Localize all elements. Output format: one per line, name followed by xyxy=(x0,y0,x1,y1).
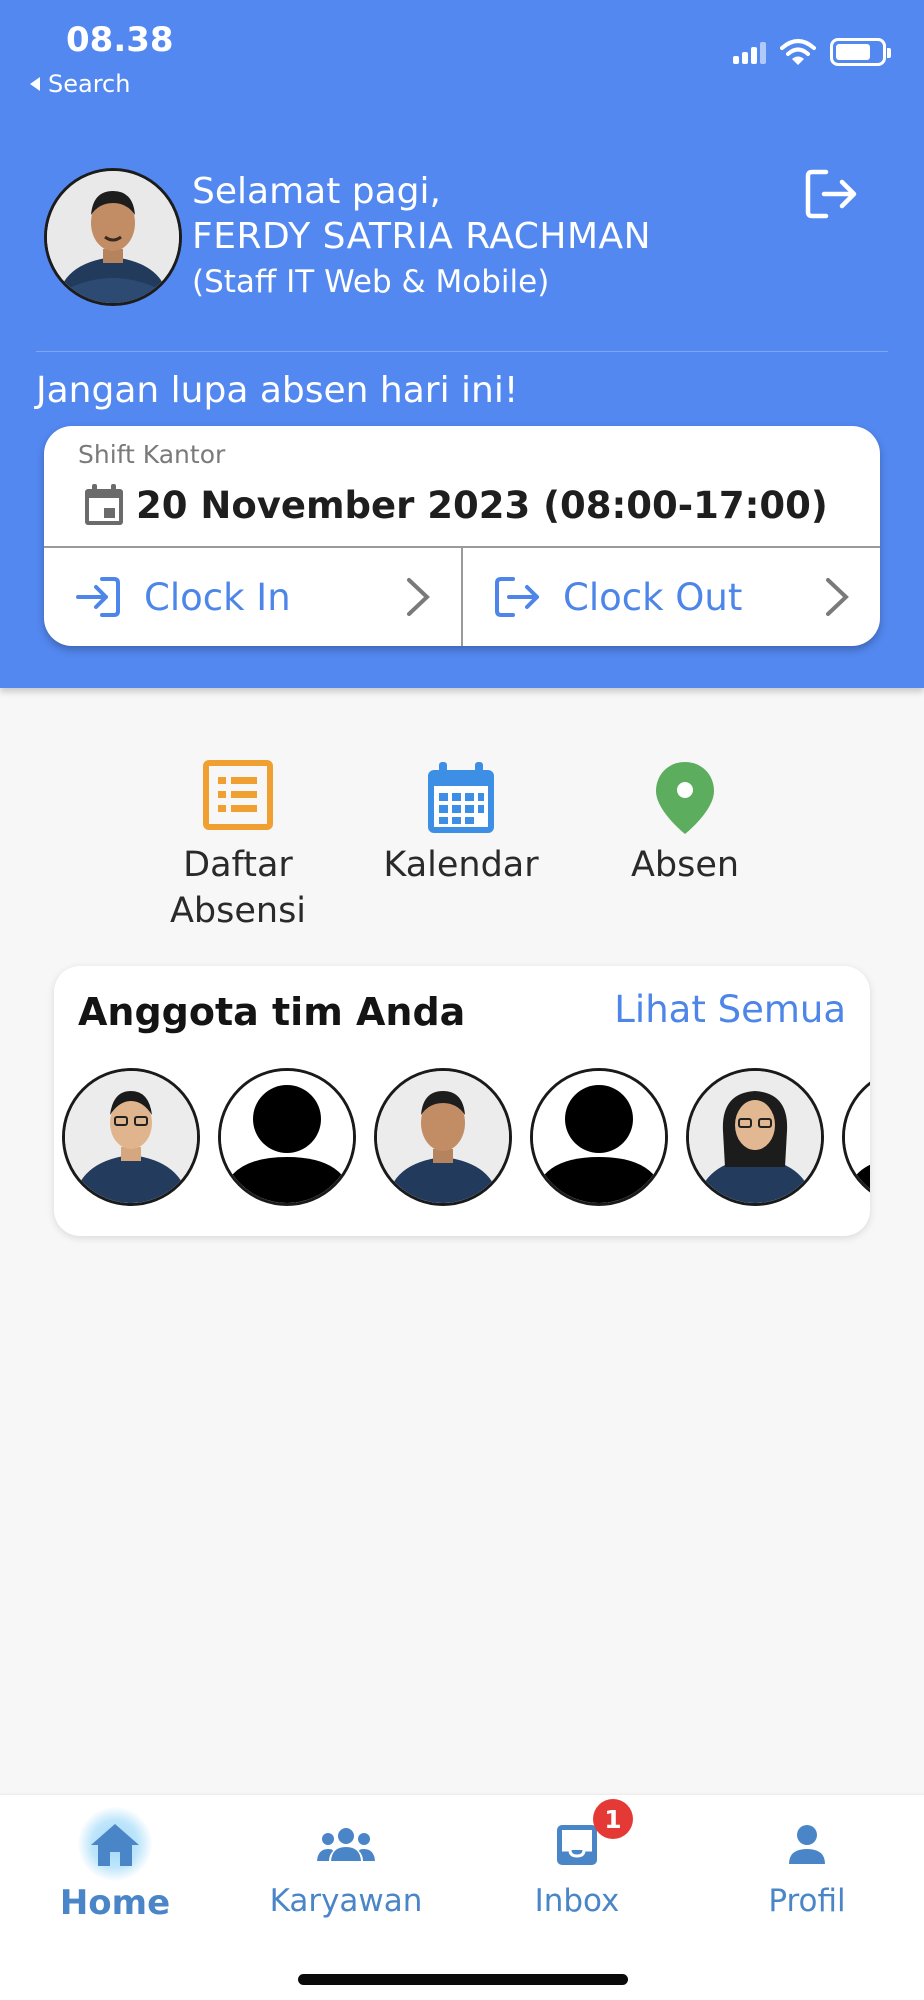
clock-in-label: Clock In xyxy=(144,575,291,619)
logout-button[interactable] xyxy=(804,168,864,224)
menu-absen-label: Absen xyxy=(630,845,740,885)
team-member-avatar[interactable] xyxy=(62,1068,200,1206)
person-icon xyxy=(789,1825,825,1864)
location-pin-icon xyxy=(575,760,795,836)
status-time: 08.38 xyxy=(66,20,174,60)
list-icon xyxy=(128,760,348,836)
shift-label: Shift Kantor xyxy=(78,440,226,469)
see-all-link[interactable]: Lihat Semua xyxy=(614,988,846,1031)
back-label: Search xyxy=(48,70,131,98)
header-divider xyxy=(36,351,888,352)
nav-home[interactable]: Home xyxy=(15,1807,215,1923)
home-icon xyxy=(91,1824,139,1866)
back-to-search-button[interactable]: Search xyxy=(28,70,130,98)
nav-home-label: Home xyxy=(59,1883,171,1923)
team-member-list[interactable] xyxy=(62,1068,870,1206)
menu-daftar-absensi[interactable]: Daftar Absensi xyxy=(128,760,348,934)
wifi-icon xyxy=(780,39,816,65)
nav-karyawan-label: Karyawan xyxy=(269,1883,423,1919)
team-member-avatar-placeholder[interactable] xyxy=(530,1068,668,1206)
status-icons xyxy=(730,38,891,66)
shift-date: 20 November 2023 (08:00-17:00) xyxy=(82,482,828,528)
nav-inbox-label: Inbox xyxy=(534,1883,620,1919)
clock-out-label: Clock Out xyxy=(563,575,743,619)
signal-icon xyxy=(730,40,766,64)
team-card: Anggota tim Anda Lihat Semua xyxy=(54,966,870,1236)
nav-inbox[interactable]: 1 Inbox xyxy=(477,1799,677,1919)
inbox-icon xyxy=(557,1825,597,1865)
clock-out-button[interactable]: Clock Out xyxy=(463,548,880,646)
attendance-reminder: Jangan lupa absen hari ini! xyxy=(36,370,519,411)
team-member-avatar-placeholder[interactable] xyxy=(842,1068,870,1206)
battery-icon xyxy=(830,38,891,66)
calendar-icon xyxy=(351,760,571,836)
user-name: FERDY SATRIA RACHMAN xyxy=(192,216,652,257)
menu-daftar-label-2: Absensi xyxy=(169,891,307,931)
calendar-small-icon xyxy=(85,484,123,525)
logout-arrow-icon xyxy=(487,575,547,619)
shift-card: Shift Kantor 20 November 2023 (08:00-17:… xyxy=(44,426,880,646)
header-banner: 08.38 Search Selamat pagi, FERDY SATRIA … xyxy=(0,0,924,688)
bottom-navigation: Home Karyawan 1 Inbox Profil xyxy=(0,1795,924,2000)
user-avatar[interactable] xyxy=(44,168,182,306)
home-indicator xyxy=(298,1974,628,1985)
team-member-avatar-placeholder[interactable] xyxy=(218,1068,356,1206)
people-group-icon xyxy=(317,1828,375,1861)
menu-kalendar-label: Kalendar xyxy=(383,845,539,885)
logout-icon xyxy=(805,169,857,219)
login-arrow-icon xyxy=(68,575,128,619)
greeting-block: Selamat pagi, FERDY SATRIA RACHMAN (Staf… xyxy=(192,170,651,304)
menu-absen[interactable]: Absen xyxy=(575,760,795,888)
greeting-text: Selamat pagi, xyxy=(192,171,441,212)
nav-karyawan[interactable]: Karyawan xyxy=(246,1815,446,1919)
chevron-right-icon xyxy=(407,578,430,616)
team-member-avatar[interactable] xyxy=(374,1068,512,1206)
back-triangle-icon xyxy=(30,77,40,91)
menu-kalendar[interactable]: Kalendar xyxy=(351,760,571,888)
team-member-avatar[interactable] xyxy=(686,1068,824,1206)
nav-profil-label: Profil xyxy=(768,1883,846,1919)
clock-in-button[interactable]: Clock In xyxy=(44,548,461,646)
chevron-right-icon xyxy=(826,578,849,616)
app-screen: 08.38 Search Selamat pagi, FERDY SATRIA … xyxy=(0,0,924,2000)
user-role: (Staff IT Web & Mobile) xyxy=(192,264,550,300)
menu-daftar-label-1: Daftar xyxy=(183,845,293,885)
shift-date-text: 20 November 2023 (08:00-17:00) xyxy=(136,483,828,527)
team-title: Anggota tim Anda xyxy=(78,990,466,1034)
inbox-badge: 1 xyxy=(593,1799,633,1839)
nav-profil[interactable]: Profil xyxy=(707,1815,907,1919)
